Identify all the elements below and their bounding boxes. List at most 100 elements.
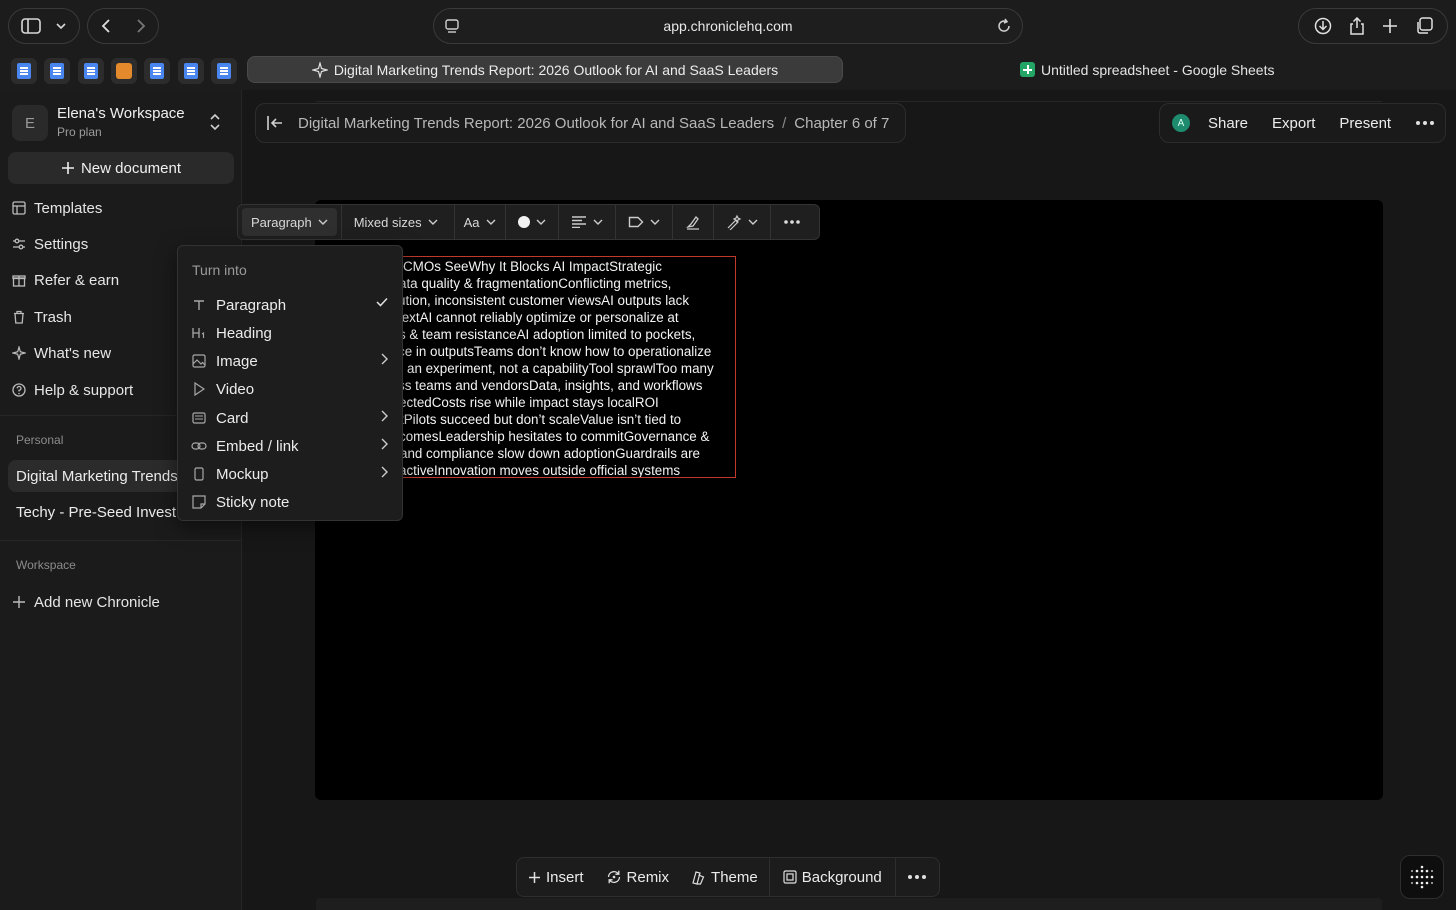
share-button[interactable]: Share xyxy=(1208,115,1248,132)
download-icon[interactable] xyxy=(1314,17,1332,35)
sidebar-item-templates[interactable]: Templates xyxy=(12,196,102,220)
theme-button[interactable]: Theme xyxy=(680,858,769,896)
add-new-chronicle-button[interactable]: Add new Chronicle xyxy=(12,590,160,614)
pinned-tab-docs[interactable] xyxy=(211,58,237,84)
font-family-dropdown[interactable]: Aa xyxy=(455,205,506,239)
pinned-tab-docs[interactable] xyxy=(11,58,37,84)
assistant-button[interactable] xyxy=(1400,855,1444,899)
chevron-down-icon xyxy=(748,219,758,225)
forward-arrow-icon[interactable] xyxy=(136,18,146,34)
breadcrumb-doc-title[interactable]: Digital Marketing Trends Report: 2026 Ou… xyxy=(298,115,774,132)
menu-item-paragraph[interactable]: Paragraph xyxy=(178,292,402,318)
page-settings-icon[interactable] xyxy=(444,18,460,34)
menu-item-card[interactable]: Card xyxy=(178,405,402,431)
text-line: ata quality & fragmentationConflicting m… xyxy=(399,276,672,291)
text-line: s & team resistanceAI adoption limited t… xyxy=(399,327,696,342)
export-button[interactable]: Export xyxy=(1272,115,1315,132)
link-icon xyxy=(191,442,207,450)
new-document-button[interactable]: New document xyxy=(8,152,234,184)
workspace-name[interactable]: Elena's Workspace xyxy=(57,105,185,122)
text-color-dropdown[interactable] xyxy=(506,205,559,239)
workspace-plan: Pro plan xyxy=(57,125,102,139)
highlight-button[interactable] xyxy=(673,205,714,239)
turn-into-menu: Turn into Paragraph Heading Image Video … xyxy=(177,245,403,521)
section-personal: Personal xyxy=(16,433,64,447)
sidebar-item-refer[interactable]: Refer & earn xyxy=(12,268,119,292)
card-icon xyxy=(192,412,206,424)
tab-overview-icon[interactable] xyxy=(1415,17,1433,35)
theme-label: Theme xyxy=(711,868,758,886)
block-type-dropdown[interactable]: Paragraph xyxy=(242,208,337,236)
menu-item-video[interactable]: Video xyxy=(178,376,402,402)
tab-google-sheets[interactable]: Untitled spreadsheet - Google Sheets xyxy=(1010,56,1340,83)
label-style-dropdown[interactable] xyxy=(616,205,673,239)
alignment-dropdown[interactable] xyxy=(559,205,616,239)
block-type-label: Paragraph xyxy=(251,214,312,230)
address-bar[interactable]: app.chroniclehq.com xyxy=(433,8,1023,44)
pinned-tab-docs[interactable] xyxy=(44,58,70,84)
insert-button[interactable]: Insert xyxy=(517,858,595,896)
more-options-icon[interactable] xyxy=(1415,120,1435,126)
sidebar-item-trash[interactable]: Trash xyxy=(12,305,72,329)
text-line: comesLeadership hesitates to commitGover… xyxy=(399,429,710,444)
text-line: ution, inconsistent customer viewsAI out… xyxy=(398,293,690,308)
ai-edit-dropdown[interactable] xyxy=(714,205,771,239)
remix-button[interactable]: Remix xyxy=(595,858,681,896)
sidebar-toggle-button[interactable] xyxy=(8,8,80,44)
font-size-dropdown[interactable]: Mixed sizes xyxy=(342,205,455,239)
sidebar-item-help[interactable]: Help & support xyxy=(12,378,133,402)
trash-icon xyxy=(14,310,24,324)
menu-item-label: Embed / link xyxy=(216,437,299,455)
toolbar-more-button[interactable] xyxy=(771,205,813,239)
menu-item-mockup[interactable]: Mockup xyxy=(178,461,402,487)
share-icon[interactable] xyxy=(1349,17,1365,35)
pinned-tab-docs[interactable] xyxy=(178,58,204,84)
menu-item-image[interactable]: Image xyxy=(178,348,402,374)
chevron-right-icon xyxy=(381,466,388,478)
new-tab-icon[interactable] xyxy=(1382,18,1398,34)
menu-item-sticky-note[interactable]: Sticky note xyxy=(178,489,402,515)
sidebar-icon xyxy=(21,18,41,34)
bottombar-more-button[interactable] xyxy=(896,858,938,896)
sidebar-item-settings[interactable]: Settings xyxy=(12,232,88,256)
menu-item-heading[interactable]: Heading xyxy=(178,320,402,346)
pinned-tab-avatar[interactable] xyxy=(111,58,137,84)
menu-item-embed[interactable]: Embed / link xyxy=(178,433,402,459)
font-family-label: Aa xyxy=(463,214,480,230)
chevron-right-icon xyxy=(381,353,388,365)
sidebar-item-label: Templates xyxy=(34,199,103,217)
color-swatch-icon xyxy=(517,216,530,228)
collaborator-avatar[interactable]: A xyxy=(1172,114,1190,132)
theme-icon xyxy=(692,870,705,885)
workspace-avatar[interactable]: E xyxy=(12,105,48,141)
sidebar-item-label: Refer & earn xyxy=(34,271,120,289)
breadcrumb: Digital Marketing Trends Report: 2026 Ou… xyxy=(255,103,906,143)
breadcrumb-separator: / xyxy=(782,114,787,132)
pinned-tab-docs[interactable] xyxy=(144,58,170,84)
help-icon xyxy=(12,383,26,397)
selected-text-block[interactable]: CMOs SeeWhy It Blocks AI ImpactStrategic… xyxy=(392,256,736,478)
background-label: Background xyxy=(801,868,882,886)
font-size-label: Mixed sizes xyxy=(353,214,422,230)
text-line: CMOs SeeWhy It Blocks AI ImpactStrategic xyxy=(403,259,662,274)
chevron-up-down-icon[interactable] xyxy=(208,112,222,132)
present-button[interactable]: Present xyxy=(1339,115,1391,132)
chevron-down-icon xyxy=(318,219,328,225)
pinned-tab-docs[interactable] xyxy=(78,58,104,84)
text-line: ss teams and vendorsData, insights, and … xyxy=(398,378,703,393)
sidebar-item-whats-new[interactable]: What's new xyxy=(12,341,111,365)
tag-icon xyxy=(628,216,644,228)
google-docs-icon xyxy=(217,63,231,79)
reload-icon[interactable] xyxy=(996,18,1012,34)
text-icon xyxy=(194,300,204,310)
background-button[interactable]: Background xyxy=(770,858,895,896)
collapse-sidebar-button[interactable] xyxy=(266,115,284,131)
tab-chronicle[interactable]: Digital Marketing Trends Report: 2026 Ou… xyxy=(247,56,843,83)
text-line: textAI cannot reliably optimize or perso… xyxy=(398,310,679,325)
breadcrumb-chapter[interactable]: Chapter 6 of 7 xyxy=(794,115,889,132)
header-actions: A Share Export Present xyxy=(1159,103,1446,143)
plus-icon xyxy=(13,596,25,608)
text-line: ce in outputsTeams don’t know how to ope… xyxy=(398,344,712,359)
back-arrow-icon[interactable] xyxy=(101,18,111,34)
history-nav xyxy=(87,8,159,44)
